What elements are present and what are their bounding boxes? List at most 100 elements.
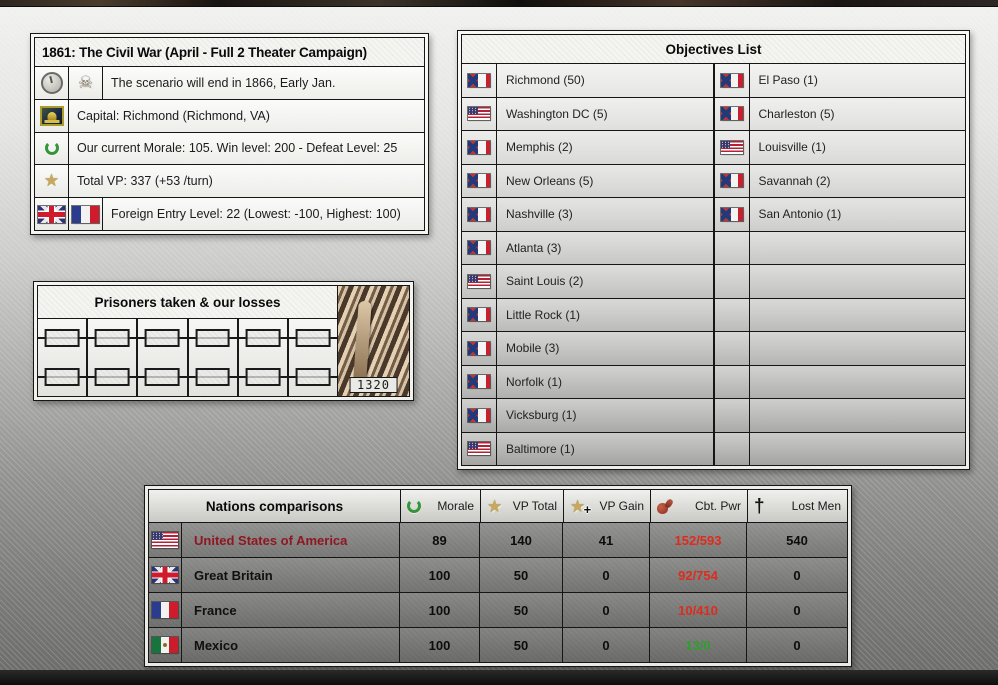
column-header-label: Morale — [437, 499, 474, 513]
losses-grid-cell — [238, 319, 288, 358]
objective-label: El Paso (1) — [749, 64, 965, 97]
scenario-row-text: Foreign Entry Level: 22 (Lowest: -100, H… — [103, 198, 424, 230]
losses-grid-cell — [138, 319, 187, 358]
top-photo-strip — [0, 0, 998, 7]
star-icon — [487, 498, 502, 515]
objective-row[interactable]: Nashville (3) San Antonio (1) — [462, 197, 965, 231]
objective-row[interactable]: Mobile (3) — [462, 331, 965, 365]
losses-grid-cell — [288, 319, 338, 358]
star-icon — [44, 172, 59, 191]
nation-row: United States of America 89 140 41 152/593 54… — [149, 522, 847, 557]
objective-row[interactable]: Little Rock (1) — [462, 297, 965, 331]
laurel-icon — [44, 141, 59, 156]
scenario-row-text: The scenario will end in 1866, Early Jan… — [103, 67, 424, 99]
objectives-title: Objectives List — [462, 35, 965, 64]
objective-row[interactable]: Norfolk (1) — [462, 364, 965, 398]
csa-flag-icon — [720, 174, 743, 188]
prisoners-losses-panel: Prisoners taken & our losses 1320 — [33, 281, 414, 401]
usa-flag-icon — [468, 442, 490, 456]
losses-grid-cell — [88, 319, 137, 358]
objective-flag-cell — [714, 97, 750, 130]
objective-row[interactable]: Vicksburg (1) — [462, 398, 965, 432]
star-plus-icon — [570, 498, 592, 517]
objective-flag-cell — [462, 265, 497, 298]
losses-grid-column — [236, 319, 288, 396]
objectives-rows: Richmond (50) El Paso (1) Washington DC (5… — [462, 64, 965, 465]
nation-morale: 100 — [400, 628, 480, 662]
objective-flag-cell — [714, 365, 750, 398]
objective-row[interactable]: Memphis (2) Louisville (1) — [462, 130, 965, 164]
nation-vp-gain: 0 — [563, 628, 650, 662]
nation-vp-total: 50 — [480, 628, 563, 662]
losses-grid-cell — [38, 319, 87, 358]
scenario-info-panel: 1861: The Civil War (April - Full 2 Thea… — [30, 33, 429, 235]
objective-flag-cell — [462, 365, 497, 398]
nations-comparison-panel: Nations comparisons Morale VP Total VP Gai… — [144, 485, 852, 667]
objective-flag-cell — [714, 332, 750, 365]
objective-row[interactable]: Saint Louis (2) — [462, 264, 965, 298]
nation-row: Great Britain 100 50 0 92/754 0 — [149, 557, 847, 592]
objective-label: Richmond (50) — [497, 64, 715, 97]
column-header-lost-men: Lost Men — [748, 490, 847, 522]
fr-flag-icon — [72, 205, 99, 223]
objective-flag-cell — [714, 265, 750, 298]
scenario-icon-cell — [35, 99, 69, 132]
column-header-cbt-pwr: Cbt. Pwr — [651, 490, 748, 522]
laurel-icon — [407, 499, 421, 513]
nation-lost-men: 0 — [747, 593, 847, 627]
nation-morale: 100 — [400, 593, 480, 627]
objective-label: Louisville (1) — [749, 131, 965, 164]
objective-row[interactable]: New Orleans (5) Savannah (2) — [462, 163, 965, 197]
nation-flag-cell — [149, 593, 182, 627]
cross-icon — [754, 497, 765, 516]
objective-row[interactable]: Baltimore (1) — [462, 431, 965, 465]
scenario-icon-cell — [35, 165, 69, 198]
objective-label — [749, 432, 965, 465]
objectives-panel: Objectives List Richmond (50) El Paso (1)… — [457, 30, 970, 470]
objective-row[interactable]: Richmond (50) El Paso (1) — [462, 64, 965, 97]
csa-flag-icon — [468, 408, 490, 422]
losses-value-box — [94, 329, 130, 348]
column-header-label: Cbt. Pwr — [694, 499, 741, 513]
scenario-icon-cell — [35, 132, 69, 165]
objective-label: Baltimore (1) — [497, 432, 715, 465]
objective-flag-cell — [462, 399, 497, 432]
fr-flag-icon — [152, 602, 178, 618]
scenario-icon-cell — [35, 67, 69, 99]
losses-grid-cell — [288, 358, 338, 397]
objective-row[interactable]: Atlanta (3) — [462, 230, 965, 264]
column-header-label: VP Total — [512, 499, 557, 513]
losses-value-box — [44, 367, 80, 386]
objective-label: Little Rock (1) — [497, 298, 715, 331]
scenario-row-text: Total VP: 337 (+53 /turn) — [69, 165, 424, 198]
nation-cbt-pwr: 13/0 — [650, 628, 747, 662]
objective-label: Charleston (5) — [749, 97, 965, 130]
column-header-label: VP Gain — [599, 499, 644, 513]
scenario-row: Total VP: 337 (+53 /turn) — [35, 164, 424, 198]
objective-label — [749, 365, 965, 398]
nation-cbt-pwr: 152/593 — [650, 523, 747, 557]
nation-name: United States of America — [182, 523, 400, 557]
objective-row[interactable]: Washington DC (5) Charleston (5) — [462, 96, 965, 130]
losses-count: 1320 — [349, 377, 398, 393]
nations-table-body: United States of America 89 140 41 152/593 54… — [149, 522, 847, 662]
scenario-row: Capital: Richmond (Richmond, VA) — [35, 98, 424, 132]
usa-flag-icon — [152, 532, 178, 548]
losses-grid-column — [38, 319, 87, 396]
nation-vp-gain: 0 — [563, 593, 650, 627]
objective-label: Memphis (2) — [497, 131, 715, 164]
nation-vp-total: 50 — [480, 558, 563, 592]
clock-icon — [40, 71, 63, 94]
csa-flag-icon — [468, 308, 490, 322]
scenario-rows: The scenario will end in 1866, Early Jan… — [35, 67, 424, 230]
csa-flag-icon — [468, 174, 490, 188]
column-header-label: Lost Men — [791, 499, 841, 513]
usa-flag-icon — [468, 107, 490, 121]
objective-flag-cell — [462, 131, 497, 164]
losses-chart: Prisoners taken & our losses — [38, 286, 338, 397]
objective-label: Saint Louis (2) — [497, 265, 715, 298]
csa-flag-icon — [720, 73, 743, 87]
capitol-icon — [39, 105, 64, 126]
scenario-title: 1861: The Civil War (April - Full 2 Thea… — [35, 38, 424, 67]
usa-flag-icon — [720, 140, 743, 154]
